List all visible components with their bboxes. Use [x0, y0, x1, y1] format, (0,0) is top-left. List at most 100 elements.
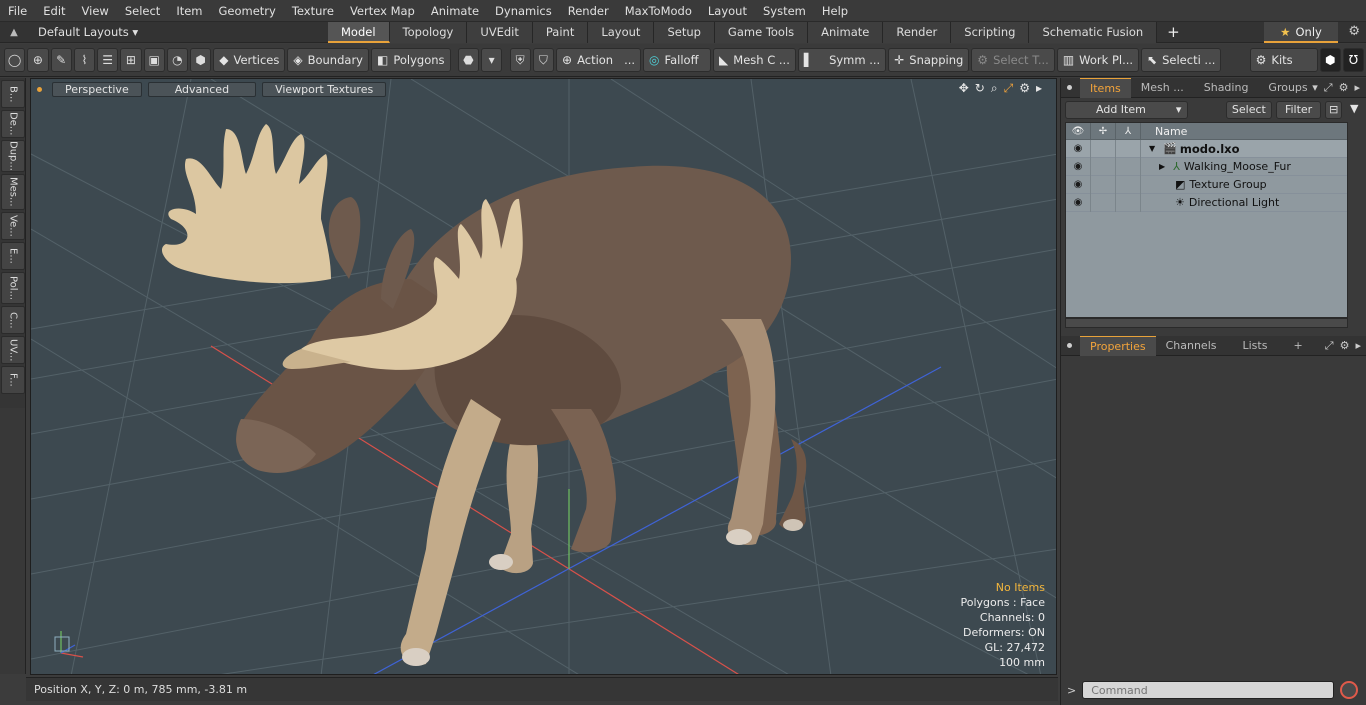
snap-shield-icon[interactable]: ⛉ — [532, 48, 555, 72]
pen-icon[interactable]: ✎ — [50, 48, 72, 72]
collapse-up-icon[interactable]: ▲ — [0, 27, 28, 38]
viewport-menu-dot[interactable] — [37, 86, 42, 92]
only-button[interactable]: ★ Only — [1264, 22, 1338, 43]
list-item[interactable]: ◉ ▶ ⅄ Walking_Moose_Fur — [1066, 157, 1347, 176]
add-props-tab-icon[interactable]: + — [1283, 336, 1312, 355]
tab-items[interactable]: Items — [1080, 77, 1131, 98]
vertices-button[interactable]: ◆ Vertices — [213, 48, 286, 72]
menu-vertex-map[interactable]: Vertex Map — [342, 0, 423, 22]
list-item[interactable]: ◉ ▼ 🎬 modo.lxo — [1066, 139, 1347, 158]
boundary-button[interactable]: ◈ Boundary — [287, 48, 369, 72]
props-maximize-icon[interactable]: ⤢ — [1325, 339, 1334, 353]
grid-icon[interactable]: ⊞ — [120, 48, 142, 72]
menu-view[interactable]: View — [74, 0, 117, 22]
falloff-button[interactable]: ◎ Falloff — [643, 48, 712, 72]
props-expand-icon[interactable]: ▸ — [1355, 339, 1361, 353]
layout-selector[interactable]: Default Layouts ▾ — [28, 25, 328, 39]
command-history-icon[interactable]: > — [1067, 684, 1076, 697]
work-plane-button[interactable]: ▥ Work Pl... — [1056, 48, 1140, 72]
funnel-icon[interactable]: ▼ — [1346, 101, 1362, 119]
item-list-hscroll[interactable] — [1065, 318, 1348, 328]
tab-lists[interactable]: Lists — [1227, 336, 1284, 355]
eye-icon[interactable]: ◉ — [1066, 157, 1091, 176]
stack-icon[interactable]: ☰ — [97, 48, 119, 72]
type-column-icon[interactable]: ⅄ — [1116, 123, 1141, 139]
tab-render[interactable]: Render — [883, 21, 952, 43]
center-icon[interactable]: ▣ — [143, 48, 165, 72]
filter-button[interactable]: Filter — [1276, 101, 1321, 119]
perspective-button[interactable]: Perspective — [52, 81, 142, 97]
item-list-scrollbar[interactable] — [1352, 122, 1362, 318]
panel-menu-dot[interactable] — [1067, 85, 1072, 90]
symmetry-button[interactable]: ▌ Symm ... — [797, 48, 887, 72]
menu-system[interactable]: System — [755, 0, 814, 22]
mesh-constraint-button[interactable]: ◣ Mesh C ... — [713, 48, 796, 72]
tab-groups[interactable]: Groups — [1258, 78, 1317, 97]
add-tab-icon[interactable]: + — [1157, 22, 1190, 43]
kits-button[interactable]: ⚙ Kits — [1249, 48, 1318, 72]
symmetry-shield-icon[interactable]: ⛨ — [509, 48, 531, 72]
gear-icon[interactable]: ⚙ — [1348, 24, 1360, 39]
tab-mesh[interactable]: Mesh ... — [1131, 78, 1194, 97]
eye-icon[interactable]: ◉ — [1066, 175, 1091, 194]
tab-properties[interactable]: Properties — [1080, 335, 1156, 356]
dropdown-chevron-icon[interactable]: ▾ — [481, 48, 503, 72]
props-gear-icon[interactable]: ⚙ — [1340, 339, 1350, 353]
select-through-button[interactable]: ⚙ Select T... — [971, 48, 1055, 72]
menu-layout[interactable]: Layout — [700, 0, 755, 22]
menu-help[interactable]: Help — [814, 0, 856, 22]
viewport-textures-button[interactable]: Viewport Textures — [262, 81, 387, 97]
tab-animate[interactable]: Animate — [808, 21, 884, 43]
material-icon[interactable]: ⬣ — [457, 48, 480, 72]
menu-geometry[interactable]: Geometry — [211, 0, 284, 22]
tab-model[interactable]: Model — [328, 21, 390, 43]
panel-expand-icon[interactable]: ▸ — [1354, 81, 1360, 95]
tab-channels[interactable]: Channels — [1156, 336, 1227, 355]
menu-dynamics[interactable]: Dynamics — [487, 0, 560, 22]
tab-schematic-fusion[interactable]: Schematic Fusion — [1029, 21, 1158, 43]
menu-texture[interactable]: Texture — [284, 0, 342, 22]
list-item[interactable]: ◉ ◩ Texture Group — [1066, 175, 1347, 194]
maximize-panel-icon[interactable]: ⤢ — [1324, 81, 1333, 95]
left-tool-edge[interactable]: E... — [1, 242, 25, 270]
tab-paint[interactable]: Paint — [532, 21, 589, 43]
menu-maxtomodo[interactable]: MaxToModo — [617, 0, 700, 22]
eye-icon[interactable]: ◉ — [1066, 139, 1091, 158]
3d-viewport[interactable]: Perspective Advanced Viewport Textures ✥… — [30, 78, 1057, 675]
polygons-button[interactable]: ◧ Polygons — [370, 48, 451, 72]
select-button[interactable]: Select — [1225, 101, 1273, 119]
item-mode-icon[interactable]: ⬢ — [190, 48, 212, 72]
tab-scripting[interactable]: Scripting — [951, 21, 1030, 43]
selection-button[interactable]: ⬉ Selecti ... — [1141, 48, 1222, 72]
menu-file[interactable]: File — [0, 0, 35, 22]
menu-item[interactable]: Item — [168, 0, 210, 22]
left-tool-fusion[interactable]: F... — [1, 366, 25, 394]
tabs-dropdown-icon[interactable]: ▾ — [1312, 81, 1318, 95]
brush-icon[interactable]: ⌇ — [73, 48, 95, 72]
eye-icon[interactable]: ◉ — [1066, 193, 1091, 212]
name-column-header[interactable]: Name — [1141, 123, 1187, 139]
snapping-button[interactable]: ✛ Snapping — [888, 48, 970, 72]
left-tool-uv[interactable]: UV... — [1, 336, 25, 364]
unreal-icon[interactable]: Ʊ — [1342, 48, 1365, 72]
pie-icon[interactable]: ◔ — [166, 48, 188, 72]
tab-setup[interactable]: Setup — [654, 21, 715, 43]
lock-column-icon[interactable]: ✢ — [1091, 123, 1116, 139]
tab-topology[interactable]: Topology — [389, 21, 468, 43]
left-tool-vertex[interactable]: Ve... — [1, 212, 25, 240]
left-tool-deform[interactable]: De... — [1, 110, 25, 138]
left-tool-curve[interactable]: C... — [1, 306, 25, 334]
cube-icon[interactable]: ⬢ — [1319, 48, 1341, 72]
visibility-column-icon[interactable]: 👁 — [1066, 123, 1091, 139]
tab-game-tools[interactable]: Game Tools — [714, 21, 809, 43]
command-input[interactable] — [1082, 681, 1335, 699]
list-item[interactable]: ◉ ☀ Directional Light — [1066, 193, 1347, 212]
left-tool-basic[interactable]: B... — [1, 80, 25, 108]
props-menu-dot[interactable] — [1067, 343, 1072, 348]
panel-gear-icon[interactable]: ⚙ — [1339, 81, 1349, 95]
left-tool-polygon[interactable]: Pol... — [1, 272, 25, 304]
menu-render[interactable]: Render — [560, 0, 617, 22]
advanced-button[interactable]: Advanced — [147, 81, 257, 97]
globe-icon[interactable]: ⊕ — [27, 48, 49, 72]
left-tool-mesh-edit[interactable]: Mes... — [1, 174, 25, 210]
